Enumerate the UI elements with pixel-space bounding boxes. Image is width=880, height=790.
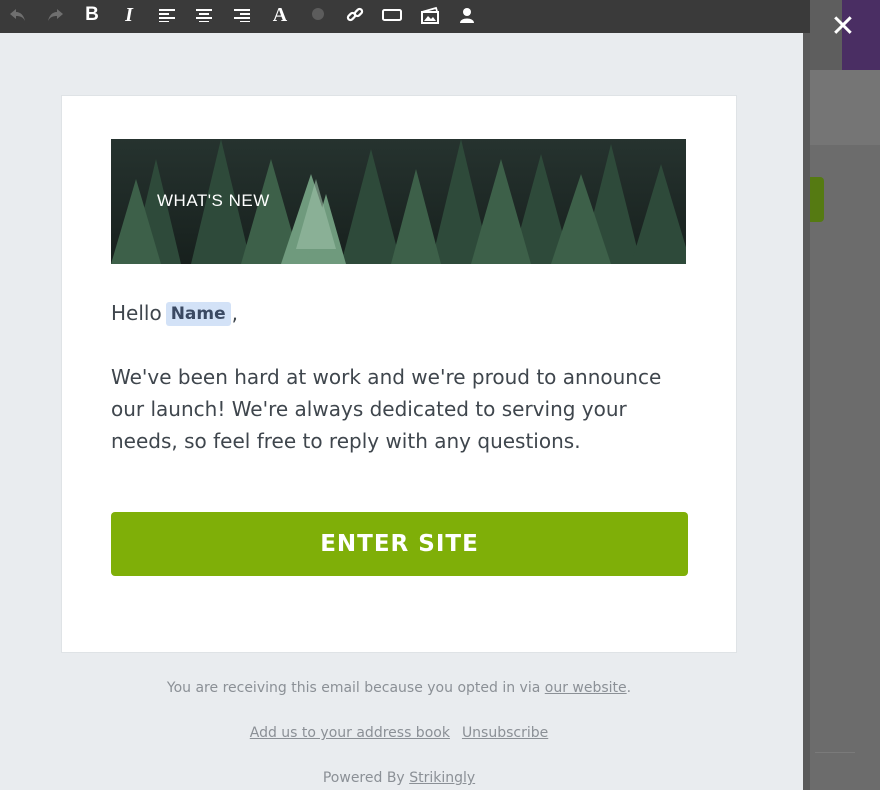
- header-banner-image[interactable]: WHAT'S NEW: [111, 139, 686, 264]
- greeting-comma: ,: [231, 301, 239, 325]
- panel-shadow-edge: [803, 33, 810, 790]
- user-icon[interactable]: [452, 0, 482, 30]
- button-icon[interactable]: [377, 0, 407, 30]
- unsubscribe-link[interactable]: Unsubscribe: [462, 725, 548, 741]
- align-left-icon[interactable]: [152, 0, 182, 30]
- background-band: [810, 70, 880, 145]
- background-green-button: [810, 177, 824, 222]
- strikingly-link[interactable]: Strikingly: [409, 770, 475, 786]
- address-book-link[interactable]: Add us to your address book: [250, 725, 450, 741]
- undo-icon[interactable]: [3, 0, 33, 30]
- email-body-text[interactable]: We've been hard at work and we're proud …: [111, 361, 701, 457]
- bold-glyph: B: [85, 4, 99, 25]
- redo-icon[interactable]: [40, 0, 70, 30]
- greeting-text: Hello: [111, 301, 162, 325]
- editor-toolbar: B I A: [0, 0, 810, 33]
- powered-by: Powered By Strikingly: [61, 770, 737, 786]
- name-merge-tag[interactable]: Name: [165, 302, 231, 326]
- opt-in-notice: You are receiving this email because you…: [61, 680, 737, 696]
- greeting-line[interactable]: Hello Name,: [111, 300, 238, 326]
- image-icon[interactable]: [415, 0, 445, 30]
- font-glyph: A: [272, 3, 288, 26]
- close-icon[interactable]: ✕: [828, 12, 858, 42]
- opt-in-period: .: [626, 680, 632, 696]
- link-icon[interactable]: [340, 0, 370, 30]
- our-website-link[interactable]: our website: [545, 680, 627, 696]
- italic-glyph: I: [125, 3, 133, 26]
- font-icon[interactable]: A: [265, 0, 295, 30]
- body-line: our launch! We're always dedicated to se…: [111, 397, 627, 421]
- body-line: We've been hard at work and we're proud …: [111, 365, 662, 389]
- footer-links: Add us to your address book Unsubscribe: [61, 725, 737, 741]
- italic-icon[interactable]: I: [114, 0, 144, 30]
- align-center-icon[interactable]: [189, 0, 219, 30]
- enter-site-button[interactable]: ENTER SITE: [111, 512, 688, 576]
- powered-by-text: Powered By: [322, 770, 405, 786]
- banner-title: WHAT'S NEW: [157, 191, 270, 210]
- bold-icon[interactable]: B: [77, 0, 107, 30]
- body-line: needs, so feel free to reply with any qu…: [111, 429, 581, 453]
- background-divider: [815, 752, 855, 753]
- opt-in-text: You are receiving this email because you…: [166, 680, 541, 696]
- color-dot-icon[interactable]: [303, 0, 333, 30]
- align-right-icon[interactable]: [227, 0, 257, 30]
